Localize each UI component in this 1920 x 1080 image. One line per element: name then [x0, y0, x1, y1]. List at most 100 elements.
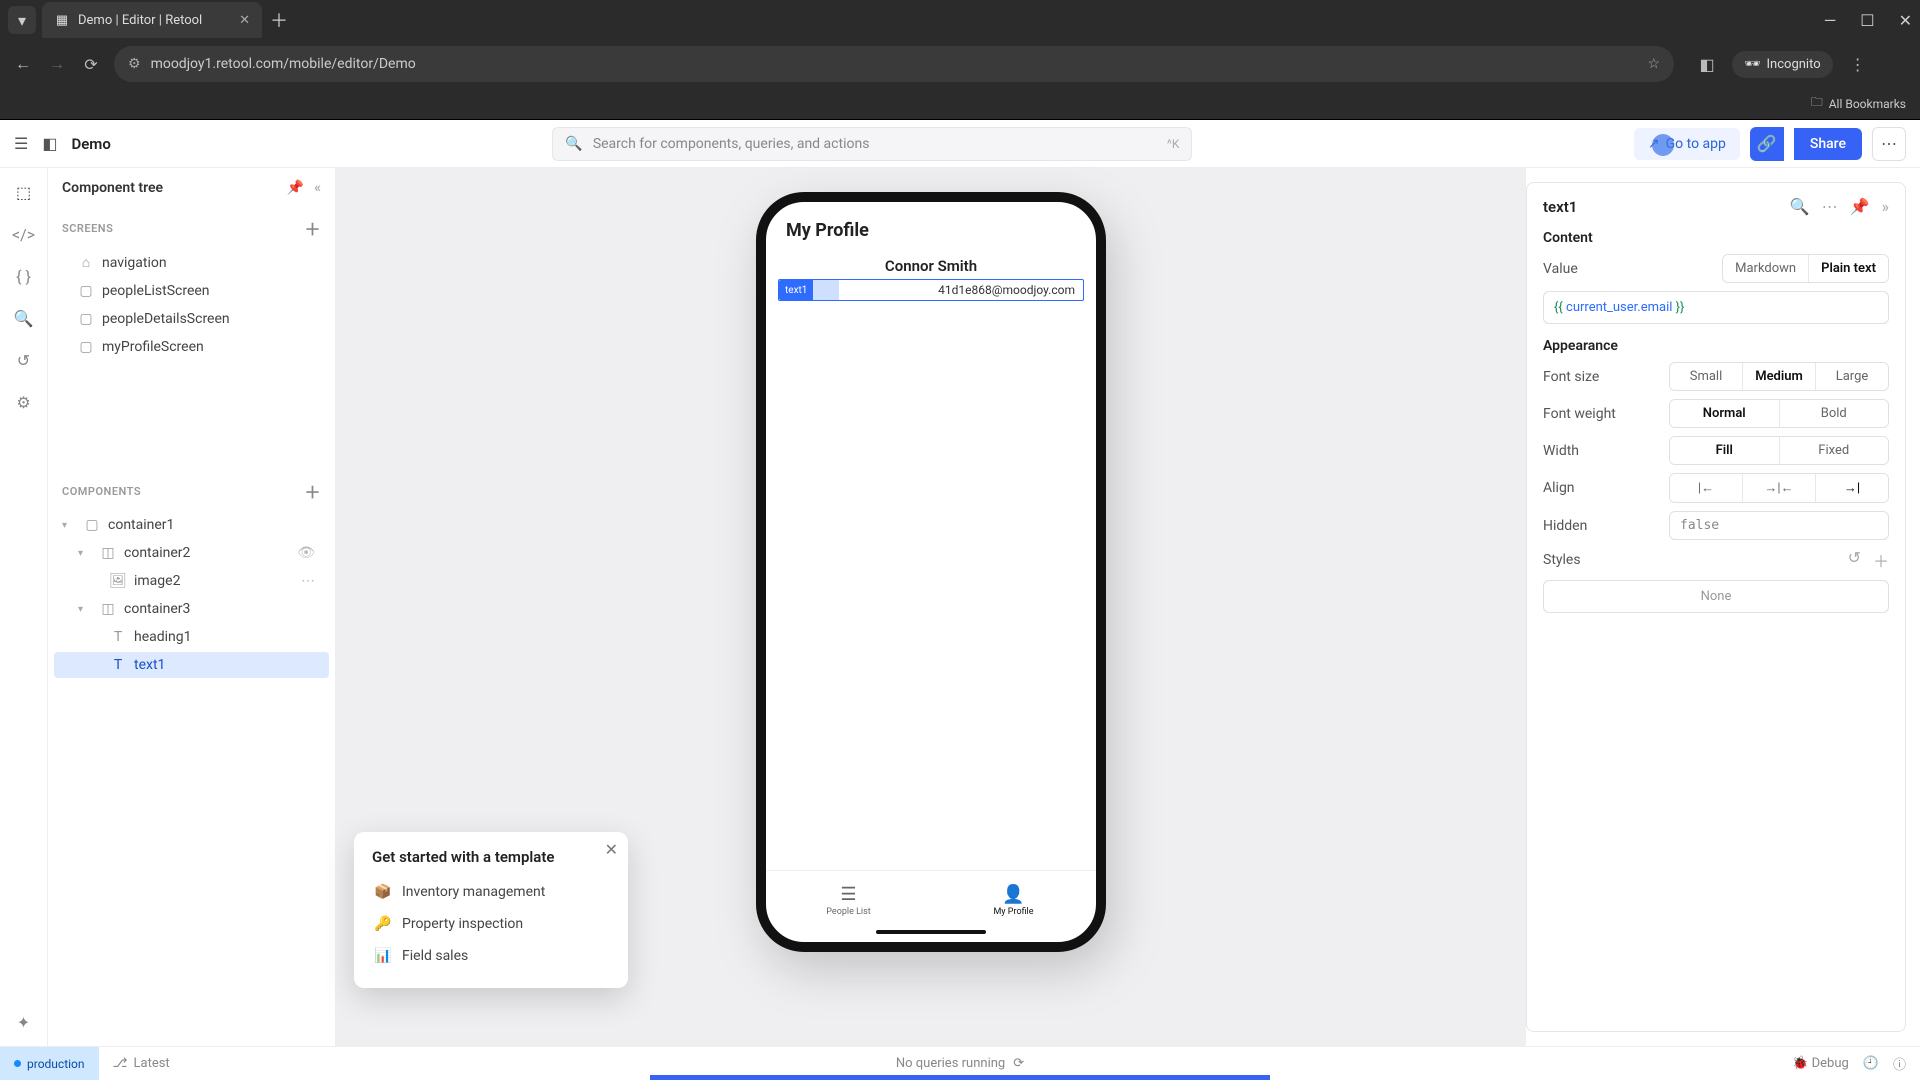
rail-code-icon[interactable]: </> [14, 224, 34, 244]
all-bookmarks-button[interactable]: 🗀 All Bookmarks [1811, 93, 1906, 114]
tab-close-icon[interactable]: ✕ [239, 13, 250, 28]
component-item-container2[interactable]: ▾ ◫ container2 👁 [54, 540, 329, 566]
panel-toggle-icon[interactable]: ◧ [42, 134, 57, 153]
inspector-search-icon[interactable]: 🔍 [1790, 197, 1810, 216]
template-option-property[interactable]: 🔑 Property inspection [372, 908, 610, 940]
window-minimize-icon[interactable]: — [1824, 11, 1837, 30]
row-more-icon[interactable]: ⋯ [301, 573, 315, 589]
components-section-header: COMPONENTS ＋ [48, 471, 335, 511]
nav-reload-icon[interactable]: ⟳ [80, 55, 102, 74]
incognito-badge[interactable]: 🕶 Incognito [1732, 51, 1833, 78]
add-component-icon[interactable]: ＋ [304, 479, 321, 503]
rail-ai-icon[interactable]: ✦ [14, 1012, 34, 1032]
pin-icon[interactable]: 📌 [287, 180, 304, 196]
popup-close-icon[interactable]: ✕ [605, 840, 618, 859]
share-link-icon[interactable]: 🔗 [1750, 127, 1784, 161]
screen-item-people-details[interactable]: ▢ peopleDetailsScreen [54, 306, 329, 332]
header-more-icon[interactable]: ⋯ [1872, 127, 1906, 161]
window-close-icon[interactable]: ✕ [1899, 11, 1912, 30]
home-icon: ⌂ [78, 254, 94, 271]
component-item-container1[interactable]: ▾ ▢ container1 [54, 512, 329, 538]
address-bar[interactable]: ⚙ moodjoy1.retool.com/mobile/editor/Demo… [114, 46, 1674, 82]
width-fixed[interactable]: Fixed [1780, 437, 1889, 464]
folder-icon: 🗀 [1811, 93, 1823, 114]
inspector-unpin-icon[interactable]: 📌 [1850, 197, 1870, 216]
canvas[interactable]: My Profile Connor Smith text1 41d1e868@m… [336, 168, 1526, 1046]
align-left-icon[interactable]: |← [1670, 474, 1743, 502]
rail-layers-icon[interactable]: ⬚ [14, 182, 34, 202]
screen-item-my-profile[interactable]: ▢ myProfileScreen [54, 334, 329, 360]
go-to-app-button[interactable]: ↗ Go to app [1634, 128, 1740, 160]
fontsize-small[interactable]: Small [1670, 363, 1743, 390]
tab-search-dropdown[interactable]: ▾ [8, 6, 36, 34]
text-icon: T [110, 657, 126, 673]
phone-tab-people-list[interactable]: ☰ People List [766, 871, 931, 930]
value-type-markdown[interactable]: Markdown [1723, 255, 1809, 282]
fontsize-row: Font size Small Medium Large [1543, 362, 1889, 391]
caret-icon[interactable]: ▾ [62, 520, 76, 531]
screen-item-navigation[interactable]: ⌂ navigation [54, 249, 329, 276]
browser-menu-icon[interactable]: ⋮ [1847, 55, 1869, 74]
value-code-input[interactable]: {{ current_user.email }} [1543, 291, 1889, 324]
align-label: Align [1543, 480, 1653, 496]
debug-button[interactable]: 🐞 Debug [1792, 1056, 1849, 1071]
styles-none[interactable]: None [1543, 580, 1889, 613]
template-label: Field sales [402, 948, 468, 964]
component-item-heading1[interactable]: T heading1 [54, 624, 329, 650]
fontweight-normal[interactable]: Normal [1670, 400, 1780, 427]
container-icon: ▢ [84, 517, 100, 533]
component-item-image2[interactable]: 🖼 image2 ⋯ [54, 568, 329, 594]
hidden-eye-icon[interactable]: 👁 [297, 545, 315, 561]
window-maximize-icon[interactable]: ☐ [1860, 11, 1874, 30]
new-tab-button[interactable]: ＋ [270, 7, 288, 33]
app-body: ⬚ </> { } 🔍 ↺ ⚙ ✦ Component tree 📌 « SCR… [0, 168, 1920, 1046]
fontweight-toggle: Normal Bold [1669, 399, 1889, 428]
key-icon: 🔑 [374, 916, 392, 932]
bookmark-star-icon[interactable]: ☆ [1647, 56, 1660, 72]
fontsize-medium[interactable]: Medium [1743, 363, 1816, 390]
phone-tab-my-profile[interactable]: 👤 My Profile [931, 871, 1096, 930]
screen-item-people-list[interactable]: ▢ peopleListScreen [54, 278, 329, 304]
fontsize-large[interactable]: Large [1816, 363, 1888, 390]
rail-settings-icon[interactable]: ⚙ [14, 392, 34, 412]
inspector-more-icon[interactable]: ⋯ [1822, 197, 1838, 216]
rail-search-icon[interactable]: 🔍 [14, 308, 34, 328]
side-panel-icon[interactable]: ◧ [1696, 55, 1718, 74]
nav-forward-icon[interactable]: → [46, 54, 68, 74]
component-label: image2 [134, 573, 180, 589]
nav-back-icon[interactable]: ← [12, 54, 34, 74]
inspector-expand-icon[interactable]: » [1882, 197, 1890, 216]
align-right-icon[interactable]: →| [1816, 474, 1888, 502]
site-info-icon[interactable]: ⚙ [128, 56, 141, 72]
value-type-plaintext[interactable]: Plain text [1809, 255, 1888, 282]
template-option-inventory[interactable]: 📦 Inventory management [372, 876, 610, 908]
share-label: Share [1810, 136, 1846, 152]
env-badge[interactable]: production [0, 1047, 99, 1080]
menu-icon[interactable]: ☰ [14, 134, 28, 153]
hidden-label: Hidden [1543, 518, 1653, 534]
align-center-icon[interactable]: →|← [1743, 474, 1816, 502]
rail-history-icon[interactable]: ↺ [14, 350, 34, 370]
component-item-container3[interactable]: ▾ ◫ container3 [54, 596, 329, 622]
collapse-sidebar-icon[interactable]: « [314, 180, 321, 196]
caret-icon[interactable]: ▾ [78, 604, 92, 615]
caret-icon[interactable]: ▾ [78, 548, 92, 559]
fontweight-bold[interactable]: Bold [1780, 400, 1889, 427]
hidden-input[interactable]: false [1669, 511, 1889, 540]
command-search[interactable]: 🔍 Search for components, queries, and ac… [552, 127, 1192, 161]
width-fill[interactable]: Fill [1670, 437, 1780, 464]
version-latest[interactable]: ⎇ Latest [113, 1056, 170, 1071]
template-option-sales[interactable]: 📊 Field sales [372, 940, 610, 972]
add-screen-icon[interactable]: ＋ [304, 216, 321, 240]
refresh-icon[interactable]: ⟳ [1013, 1056, 1024, 1071]
component-item-text1[interactable]: T text1 [54, 652, 329, 678]
clock-icon[interactable]: 🕘 [1863, 1056, 1879, 1071]
browser-tab[interactable]: ▦ Demo | Editor | Retool ✕ [42, 2, 262, 38]
share-button[interactable]: Share [1794, 128, 1862, 160]
text1-selection[interactable]: text1 41d1e868@moodjoy.com [778, 279, 1084, 301]
styles-reset-icon[interactable]: ↺ [1848, 548, 1861, 572]
code-delim: {{ [1554, 300, 1566, 315]
info-icon[interactable]: ⓘ [1893, 1054, 1906, 1073]
rail-state-icon[interactable]: { } [14, 266, 34, 286]
styles-add-icon[interactable]: ＋ [1873, 548, 1889, 572]
